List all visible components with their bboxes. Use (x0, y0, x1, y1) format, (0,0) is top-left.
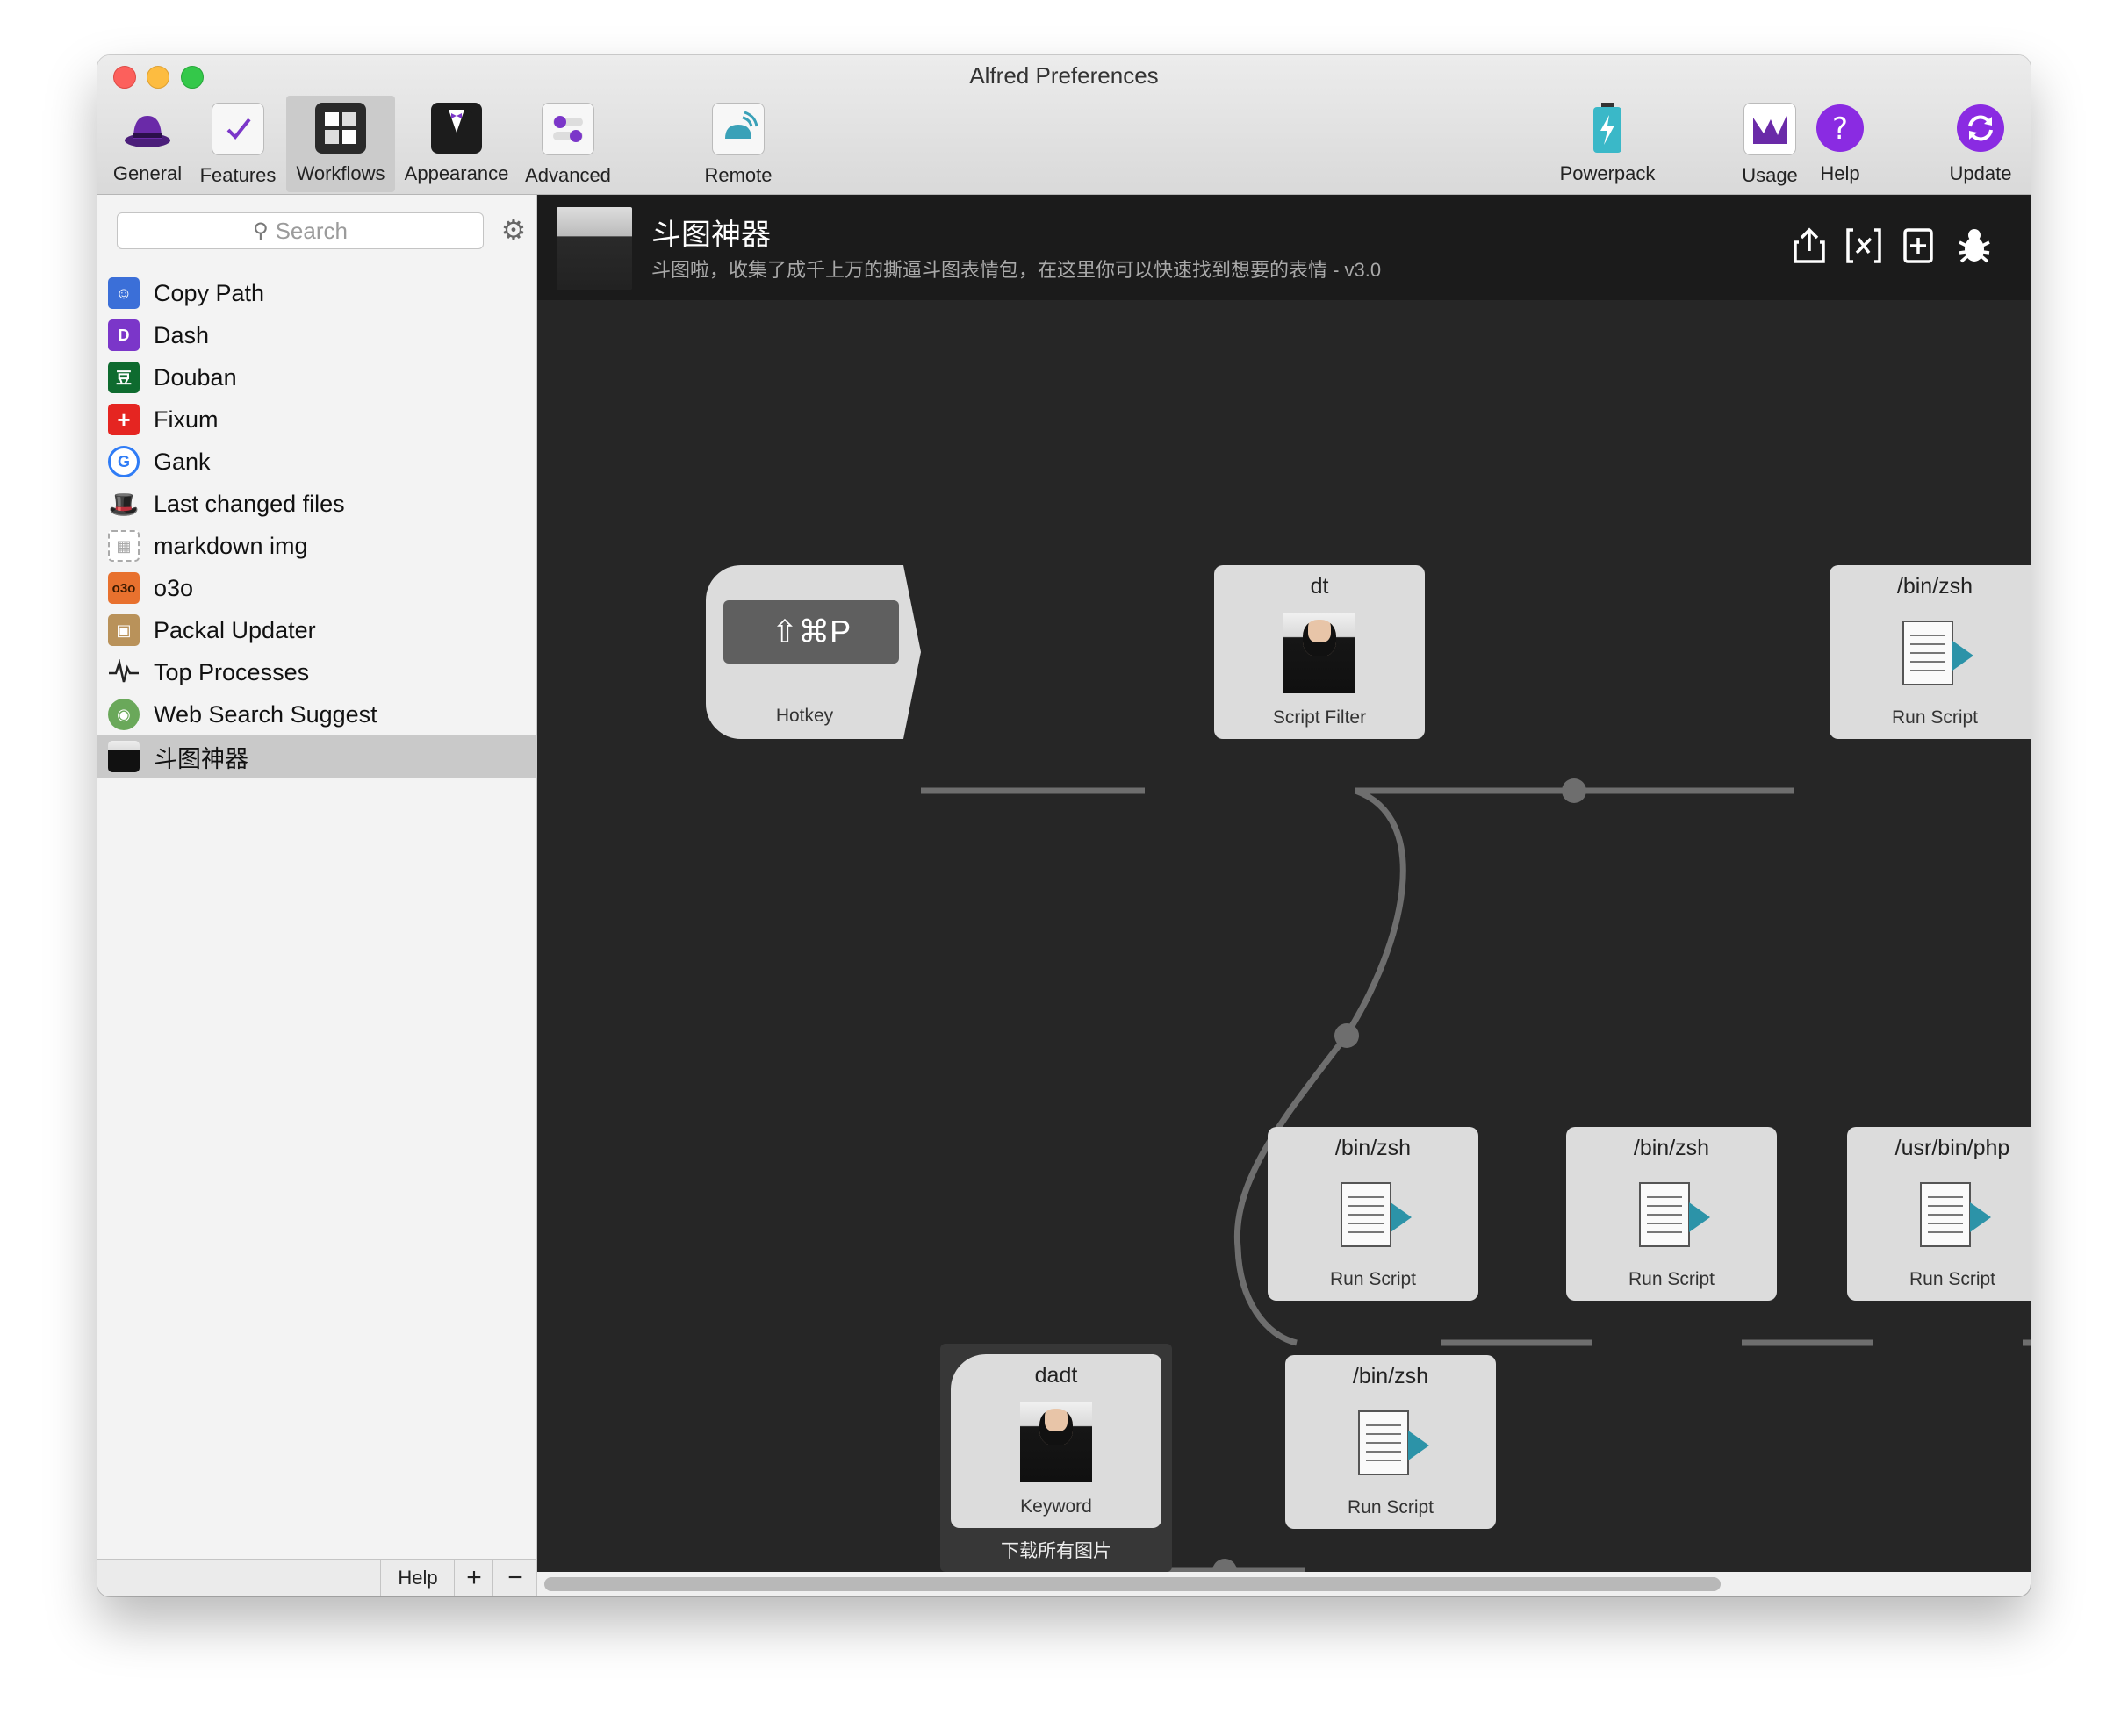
alfred-preferences-window: Alfred Preferences General Features Work… (97, 55, 2031, 1596)
update-icon (1955, 103, 2006, 154)
workflow-item-gank[interactable]: G Gank (97, 441, 536, 483)
script-filter-node[interactable]: dt Script Filter (1214, 565, 1425, 739)
tuxedo-icon (431, 103, 482, 154)
workflow-list: ☺ Copy Path D Dash 豆 Douban + Fixum G Ga… (97, 272, 536, 778)
finder-icon: ☺ (108, 277, 140, 309)
toolbar-remote[interactable]: Remote (694, 96, 782, 192)
globe-icon: ◉ (108, 699, 140, 730)
workflow-item-top-processes[interactable]: Top Processes (97, 651, 536, 693)
keyword-text: dadt (1034, 1363, 1078, 1388)
run-script-node-mid-2[interactable]: /bin/zsh Run Script (1566, 1127, 1777, 1301)
workflow-canvas[interactable]: 斗图神器 斗图啦，收集了成千上万的撕逼斗图表情包，在这里你可以快速找到想要的表情… (537, 195, 2031, 1596)
toolbar-appearance[interactable]: Appearance (400, 96, 513, 192)
run-script-node-bottom[interactable]: /bin/zsh Run Script (1285, 1355, 1496, 1529)
toolbar-features[interactable]: Features (194, 96, 282, 192)
workflow-item-dash[interactable]: D Dash (97, 314, 536, 356)
package-icon: ▣ (108, 614, 140, 646)
placeholder-grid-icon: ▦ (108, 530, 140, 562)
douban-icon: 豆 (108, 362, 140, 393)
help-icon: ? (1815, 103, 1866, 154)
search-placeholder: Search (275, 217, 348, 244)
sidebar-footer: Help + − (97, 1559, 536, 1596)
toolbar-powerpack[interactable]: Powerpack (1546, 96, 1669, 192)
portrait-icon (108, 741, 140, 772)
keyword-label: Keyword (1020, 1496, 1092, 1517)
workflow-item-web-search-suggest[interactable]: ◉ Web Search Suggest (97, 693, 536, 735)
node-portrait-icon (1283, 613, 1355, 693)
magic-hat-icon: 🎩 (108, 490, 140, 518)
keyword-node[interactable]: dadt Keyword (951, 1354, 1161, 1528)
workflow-item-copy-path[interactable]: ☺ Copy Path (97, 272, 536, 314)
script-document-icon (1341, 1182, 1412, 1247)
checklist-icon (212, 103, 264, 155)
script-filter-label: Script Filter (1272, 707, 1367, 728)
toolbar-workflows[interactable]: Workflows (286, 96, 395, 192)
pulse-icon (108, 656, 140, 688)
script-filter-keyword: dt (1310, 574, 1329, 599)
hotkey-label: Hotkey (775, 706, 834, 726)
hotkey-node[interactable]: ⇧⌘P Hotkey (706, 565, 921, 739)
keyword-node-group[interactable]: dadt Keyword 下载所有图片 (940, 1344, 1172, 1572)
script-document-icon (1639, 1182, 1710, 1247)
battery-icon (1582, 103, 1633, 154)
script-document-icon (1920, 1182, 1991, 1247)
toolbar-usage[interactable]: Usage (1730, 96, 1809, 192)
gear-icon[interactable]: ⚙ (498, 214, 529, 246)
workflow-item-fixum[interactable]: + Fixum (97, 398, 536, 441)
workflow-item-doutu[interactable]: 斗图神器 (97, 735, 536, 778)
toolbar-help[interactable]: ? Help (1809, 96, 1871, 192)
toolbar-general[interactable]: General (108, 96, 187, 192)
node-portrait-icon (1020, 1402, 1092, 1482)
run-script-node-top[interactable]: /bin/zsh Run Script (1830, 565, 2031, 739)
help-button[interactable]: Help (380, 1560, 455, 1596)
swiss-cross-icon: + (108, 404, 140, 435)
dash-icon: D (108, 319, 140, 351)
toggles-icon (542, 103, 594, 155)
search-icon: ⚲ (253, 219, 269, 243)
horizontal-scrollbar-thumb[interactable] (544, 1577, 1721, 1591)
usage-chart-icon (1743, 103, 1796, 155)
run-script-node-mid-1[interactable]: /bin/zsh Run Script (1268, 1127, 1478, 1301)
svg-text:?: ? (1832, 111, 1848, 147)
search-input[interactable]: ⚲ Search (117, 212, 484, 249)
workflow-item-o3o[interactable]: o3o o3o (97, 567, 536, 609)
script-document-icon (1358, 1410, 1429, 1475)
workflow-sidebar: ⚲ Search ⚙ ☺ Copy Path D Dash 豆 Douban +… (97, 195, 537, 1596)
toolbar-update[interactable]: Update (1941, 96, 2020, 192)
workflow-item-last-changed-files[interactable]: 🎩 Last changed files (97, 483, 536, 525)
run-script-node-php[interactable]: /usr/bin/php Run Script (1847, 1127, 2031, 1301)
add-workflow-button[interactable]: + (454, 1560, 493, 1596)
workflow-item-packal-updater[interactable]: ▣ Packal Updater (97, 609, 536, 651)
connection-lines (921, 778, 2031, 1583)
hat-icon (122, 103, 173, 154)
toolbar-advanced[interactable]: Advanced (519, 96, 617, 192)
titlebar: Alfred Preferences General Features Work… (97, 55, 2031, 195)
hotkey-combination: ⇧⌘P (723, 600, 899, 664)
keyword-caption: 下载所有图片 (1001, 1541, 1111, 1561)
g-icon: G (108, 446, 140, 477)
workflow-item-markdown-img[interactable]: ▦ markdown img (97, 525, 536, 567)
o3o-icon: o3o (108, 572, 140, 604)
remote-icon (712, 103, 765, 155)
workflows-grid-icon (315, 103, 366, 154)
workflow-item-douban[interactable]: 豆 Douban (97, 356, 536, 398)
remove-workflow-button[interactable]: − (492, 1560, 537, 1596)
horizontal-scrollbar-track (537, 1572, 2031, 1596)
script-document-icon (1902, 621, 1973, 685)
window-title: Alfred Preferences (969, 62, 1159, 89)
